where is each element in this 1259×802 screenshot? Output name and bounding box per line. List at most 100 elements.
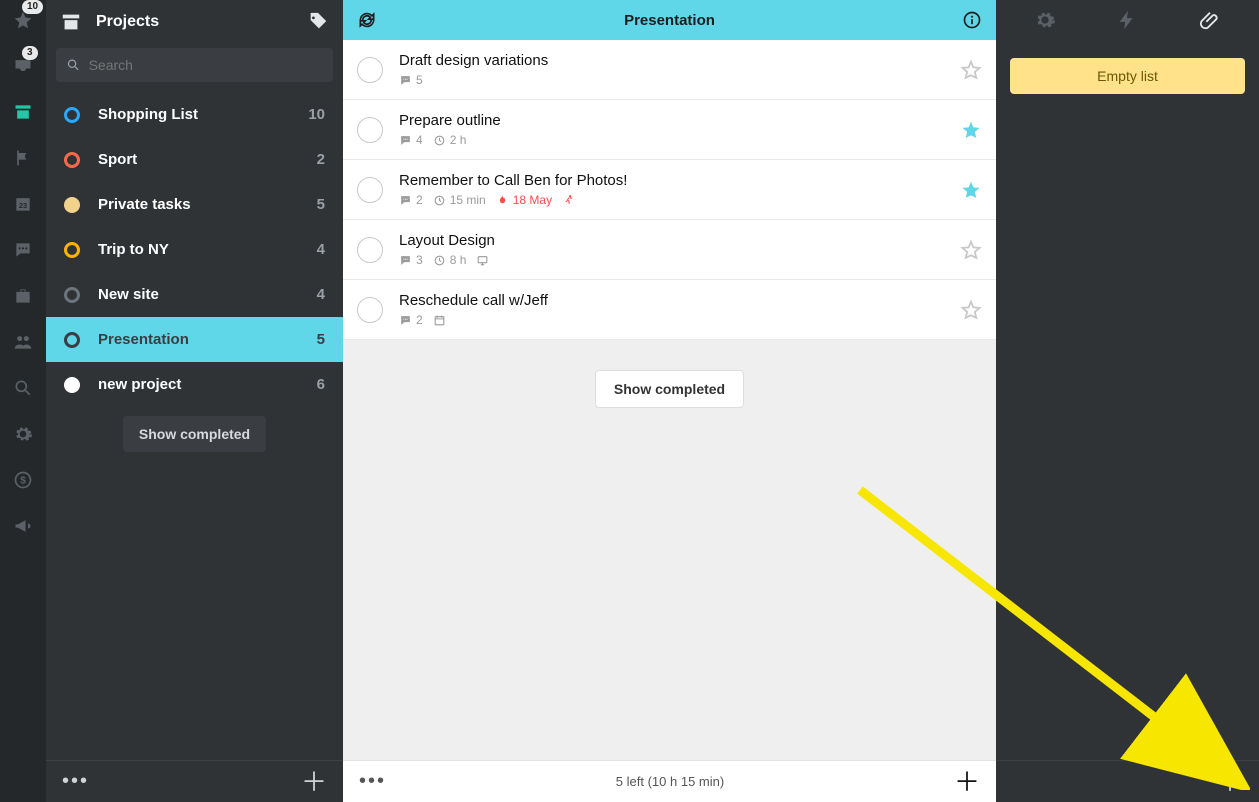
rail-settings[interactable] xyxy=(0,420,46,448)
task-panel-more-icon[interactable]: ••• xyxy=(359,770,386,793)
task-checkbox[interactable] xyxy=(357,297,383,323)
project-item[interactable]: new project6 xyxy=(46,362,343,400)
project-list: Shopping List10Sport2Private tasks5Trip … xyxy=(46,92,343,400)
project-item[interactable]: Sport2 xyxy=(46,137,343,182)
project-color-dot xyxy=(64,332,80,348)
task-meta: 2 15 min 18 May xyxy=(399,193,960,207)
task-list: Draft design variations5Prepare outline4… xyxy=(343,40,996,340)
detail-footer: ＋ xyxy=(996,760,1259,802)
rail-calendar[interactable]: 23 xyxy=(0,190,46,218)
search-icon xyxy=(66,57,81,73)
clock-icon xyxy=(433,194,446,207)
project-count: 6 xyxy=(317,376,325,393)
task-checkbox[interactable] xyxy=(357,117,383,143)
rail-briefcase[interactable] xyxy=(0,282,46,310)
sidebar-show-completed-button[interactable]: Show completed xyxy=(123,416,266,452)
task-row[interactable]: Reschedule call w/Jeff2 xyxy=(343,280,996,340)
task-star-button[interactable] xyxy=(960,59,982,81)
task-comments: 3 xyxy=(416,253,423,267)
project-item[interactable]: Private tasks5 xyxy=(46,182,343,227)
screen-icon xyxy=(476,254,489,267)
detail-tab-settings[interactable] xyxy=(1016,3,1074,42)
detail-tab-attachments[interactable] xyxy=(1181,3,1239,42)
tag-icon[interactable] xyxy=(307,11,329,33)
task-time: 15 min xyxy=(450,193,486,207)
clock-icon xyxy=(433,134,446,147)
comments-icon xyxy=(399,254,412,267)
task-checkbox[interactable] xyxy=(357,57,383,83)
sidebar-more-icon[interactable]: ••• xyxy=(62,770,89,793)
star-icon xyxy=(960,239,982,261)
project-color-dot xyxy=(64,152,80,168)
project-count: 4 xyxy=(317,241,325,258)
project-name: Private tasks xyxy=(98,196,317,213)
rail-billing[interactable]: $ xyxy=(0,466,46,494)
project-name: Shopping List xyxy=(98,106,308,123)
project-item[interactable]: Shopping List10 xyxy=(46,92,343,137)
refresh-icon[interactable] xyxy=(357,10,377,30)
comments-icon xyxy=(399,194,412,207)
task-title: Draft design variations xyxy=(399,52,960,69)
task-due: 18 May xyxy=(513,193,552,207)
task-row[interactable]: Draft design variations5 xyxy=(343,40,996,100)
rail-inbox-badge: 3 xyxy=(22,46,38,60)
rail-inbox[interactable]: 3 xyxy=(0,52,46,80)
rail-star[interactable]: 10 xyxy=(0,6,46,34)
project-item[interactable]: New site4 xyxy=(46,272,343,317)
project-item[interactable]: Trip to NY4 xyxy=(46,227,343,272)
task-comments: 2 xyxy=(416,193,423,207)
paperclip-icon xyxy=(1199,9,1221,31)
search-input[interactable] xyxy=(89,57,323,73)
bolt-icon xyxy=(1116,9,1138,31)
task-show-completed-button[interactable]: Show completed xyxy=(595,370,744,408)
task-comments: 4 xyxy=(416,133,423,147)
task-checkbox[interactable] xyxy=(357,237,383,263)
task-star-button[interactable] xyxy=(960,119,982,141)
task-row[interactable]: Prepare outline42 h xyxy=(343,100,996,160)
flag-icon xyxy=(13,148,33,168)
project-name: New site xyxy=(98,286,317,303)
detail-tab-activity[interactable] xyxy=(1098,3,1156,42)
rail-projects[interactable] xyxy=(0,98,46,126)
sidebar-search[interactable] xyxy=(56,48,333,82)
task-star-button[interactable] xyxy=(960,299,982,321)
project-color-dot xyxy=(64,107,80,123)
nav-rail: 10 3 23 $ xyxy=(0,0,46,802)
rail-search[interactable] xyxy=(0,374,46,402)
sidebar-footer: ••• ＋ xyxy=(46,760,343,802)
task-checkbox[interactable] xyxy=(357,177,383,203)
dollar-icon: $ xyxy=(13,470,33,490)
comments-icon xyxy=(399,314,412,327)
sidebar-add-project-button[interactable]: ＋ xyxy=(301,769,327,795)
archive-icon xyxy=(60,11,82,33)
task-star-button[interactable] xyxy=(960,179,982,201)
task-panel-status: 5 left (10 h 15 min) xyxy=(616,774,724,789)
sidebar-title: Projects xyxy=(96,13,307,31)
megaphone-icon xyxy=(13,516,33,536)
task-star-button[interactable] xyxy=(960,239,982,261)
star-icon xyxy=(960,119,982,141)
task-time: 8 h xyxy=(450,253,467,267)
task-meta: 3 8 h xyxy=(399,253,960,267)
add-task-button[interactable]: ＋ xyxy=(954,769,980,795)
project-count: 2 xyxy=(317,151,325,168)
task-row[interactable]: Remember to Call Ben for Photos!215 min1… xyxy=(343,160,996,220)
project-color-dot xyxy=(64,377,80,393)
rail-chat[interactable] xyxy=(0,236,46,264)
svg-text:23: 23 xyxy=(19,201,27,210)
project-item[interactable]: Presentation5 xyxy=(46,317,343,362)
svg-text:$: $ xyxy=(20,475,26,486)
rail-announce[interactable] xyxy=(0,512,46,540)
rail-people[interactable] xyxy=(0,328,46,356)
running-icon xyxy=(562,194,575,207)
detail-add-button[interactable]: ＋ xyxy=(1217,769,1243,795)
detail-panel: Empty list ＋ xyxy=(996,0,1259,802)
info-icon[interactable] xyxy=(962,10,982,30)
people-icon xyxy=(13,332,33,352)
chat-icon xyxy=(13,240,33,260)
comments-icon xyxy=(399,74,412,87)
project-color-dot xyxy=(64,287,80,303)
task-row[interactable]: Layout Design38 h xyxy=(343,220,996,280)
rail-flag[interactable] xyxy=(0,144,46,172)
task-panel-header: Presentation xyxy=(343,0,996,40)
